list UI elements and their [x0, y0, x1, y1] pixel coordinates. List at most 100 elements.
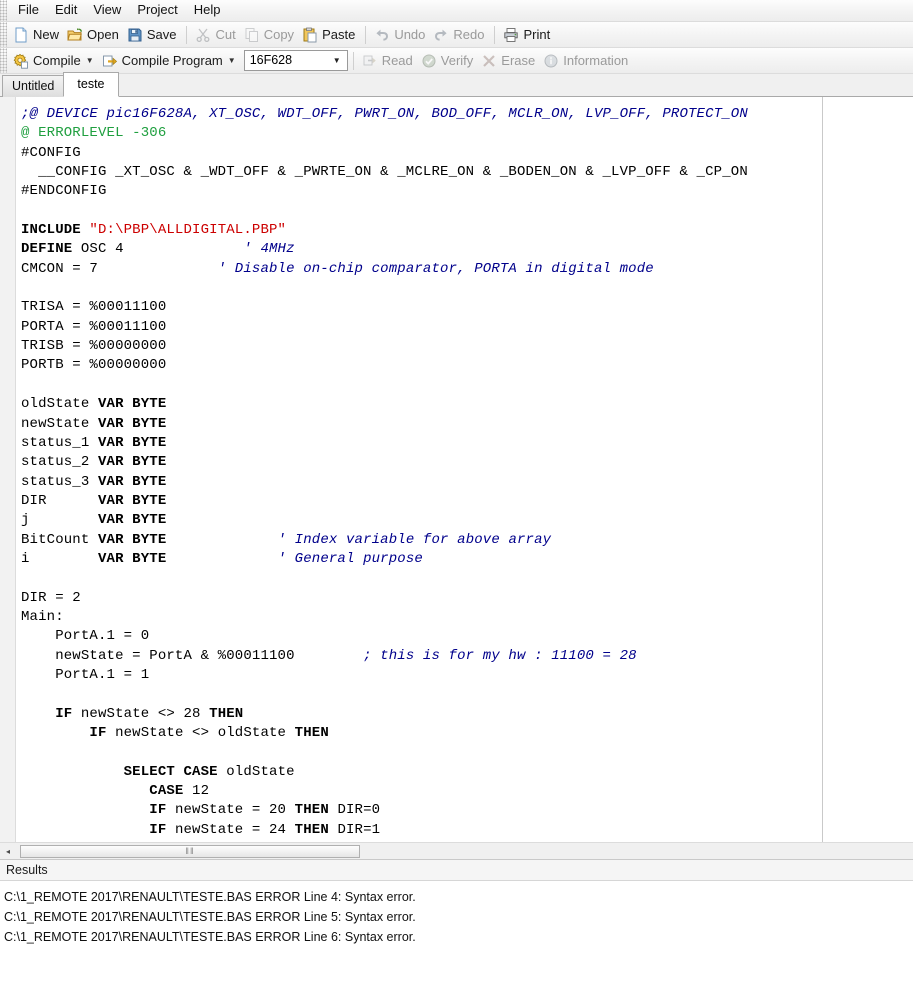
code-token	[166, 532, 277, 548]
code-editor[interactable]: ;@ DEVICE pic16F628A, XT_OSC, WDT_OFF, P…	[0, 97, 913, 842]
code-token: THEN	[295, 802, 329, 818]
code-line: oldState VAR BYTE	[21, 395, 913, 414]
verify-button-label: Verify	[441, 53, 474, 68]
new-button-label: New	[33, 27, 59, 42]
scrollbar-track[interactable]: ‖‖	[16, 844, 913, 859]
main-toolbar: New Open Save	[0, 22, 913, 48]
undo-button[interactable]: Undo	[371, 24, 430, 46]
erase-icon	[481, 53, 497, 69]
result-line[interactable]: C:\1_REMOTE 2017\RENAULT\TESTE.BAS ERROR…	[4, 927, 913, 947]
code-token: PortA.1 = 1	[21, 667, 149, 683]
erase-button[interactable]: Erase	[478, 50, 540, 72]
code-line	[21, 569, 913, 588]
new-button[interactable]: New	[10, 24, 64, 46]
menu-file[interactable]: File	[10, 0, 47, 21]
save-button[interactable]: Save	[124, 24, 182, 46]
main-toolbar-grip[interactable]	[0, 22, 7, 47]
compile-program-button[interactable]: Compile Program ▼	[99, 50, 241, 72]
cut-button[interactable]: Cut	[192, 24, 240, 46]
scroll-left-arrow-icon[interactable]: ◂	[0, 844, 16, 859]
code-line: IF newState = 24 THEN DIR=1	[21, 821, 913, 840]
code-token: OSC 4	[72, 241, 243, 257]
menu-project[interactable]: Project	[129, 0, 185, 21]
code-token	[166, 551, 277, 567]
code-token: newState	[21, 416, 98, 432]
code-token: IF	[149, 822, 166, 838]
verify-button[interactable]: Verify	[418, 50, 479, 72]
toolbar-separator-2	[365, 26, 366, 44]
tab-teste[interactable]: teste	[63, 72, 118, 97]
code-line: DIR = 2	[21, 589, 913, 608]
code-token: PORTB = %00000000	[21, 357, 166, 373]
chevron-down-icon-2: ▼	[228, 57, 236, 65]
code-token: CASE	[149, 783, 183, 799]
compile-button[interactable]: Compile ▼	[10, 50, 99, 72]
code-token: VAR BYTE	[98, 435, 166, 451]
code-token: newState = 24	[166, 822, 294, 838]
result-line[interactable]: C:\1_REMOTE 2017\RENAULT\TESTE.BAS ERROR…	[4, 887, 913, 907]
code-token: newState = PortA & %00011100	[21, 648, 363, 664]
code-token: VAR BYTE	[98, 396, 166, 412]
code-token: newState <> oldState	[107, 725, 295, 741]
code-token: status_3	[21, 474, 98, 490]
copy-button-label: Copy	[264, 27, 294, 42]
copy-button[interactable]: Copy	[241, 24, 299, 46]
code-token: VAR BYTE	[98, 416, 166, 432]
redo-button[interactable]: Redo	[430, 24, 489, 46]
code-line	[21, 376, 913, 395]
toolbar-separator-3	[494, 26, 495, 44]
open-button-label: Open	[87, 27, 119, 42]
code-line: CMCON = 7 ' Disable on-chip comparator, …	[21, 260, 913, 279]
code-text[interactable]: ;@ DEVICE pic16F628A, XT_OSC, WDT_OFF, P…	[21, 105, 913, 840]
print-button[interactable]: Print	[500, 24, 555, 46]
redo-arrow-icon	[433, 27, 449, 43]
read-button[interactable]: Read	[359, 50, 418, 72]
compile-toolbar: Compile ▼ Compile Program ▼ 16F628 ▼	[0, 48, 913, 74]
code-token: THEN	[295, 725, 329, 741]
code-token: status_1	[21, 435, 98, 451]
code-line: IF newState = 20 THEN DIR=0	[21, 801, 913, 820]
paste-button[interactable]: Paste	[299, 24, 360, 46]
menu-edit[interactable]: Edit	[47, 0, 85, 21]
read-button-label: Read	[382, 53, 413, 68]
code-token: newState <> 28	[72, 706, 209, 722]
tab-untitled[interactable]: Untitled	[2, 75, 64, 97]
open-folder-icon	[67, 27, 83, 43]
save-disk-icon	[127, 27, 143, 43]
code-line: @ ERRORLEVEL -306	[21, 124, 913, 143]
code-token: oldState	[21, 396, 98, 412]
menu-view[interactable]: View	[85, 0, 129, 21]
compile-program-icon	[102, 53, 118, 69]
tab-teste-label: teste	[77, 77, 104, 91]
results-title: Results	[6, 863, 48, 877]
code-token: IF	[89, 725, 106, 741]
code-token: VAR BYTE	[98, 532, 166, 548]
combo-chevron-down-icon[interactable]: ▼	[333, 56, 344, 65]
code-line: newState VAR BYTE	[21, 415, 913, 434]
scissors-icon	[195, 27, 211, 43]
information-button[interactable]: Information	[540, 50, 633, 72]
new-file-icon	[13, 27, 29, 43]
result-line[interactable]: C:\1_REMOTE 2017\RENAULT\TESTE.BAS ERROR…	[4, 907, 913, 927]
code-token: THEN	[295, 822, 329, 838]
code-token: "D:\PBP\ALLDIGITAL.PBP"	[89, 222, 286, 238]
compile-toolbar-grip[interactable]	[0, 48, 7, 73]
code-line: PORTB = %00000000	[21, 356, 913, 375]
code-token: VAR BYTE	[98, 474, 166, 490]
editor-horizontal-scrollbar[interactable]: ◂ ‖‖	[0, 842, 913, 859]
device-combo[interactable]: 16F628 ▼	[244, 50, 348, 71]
code-token: ' 4MHz	[243, 241, 294, 257]
code-line: BitCount VAR BYTE ' Index variable for a…	[21, 531, 913, 550]
cut-button-label: Cut	[215, 27, 235, 42]
results-panel-body[interactable]: C:\1_REMOTE 2017\RENAULT\TESTE.BAS ERROR…	[0, 881, 913, 981]
scrollbar-thumb[interactable]: ‖‖	[20, 845, 360, 858]
open-button[interactable]: Open	[64, 24, 124, 46]
read-chip-icon	[362, 53, 378, 69]
code-token: SELECT CASE	[124, 764, 218, 780]
code-line: CASE 12	[21, 782, 913, 801]
menubar-grip[interactable]	[0, 0, 7, 21]
code-line: TRISB = %00000000	[21, 337, 913, 356]
menu-help[interactable]: Help	[186, 0, 229, 21]
code-line: IF newState <> 28 THEN	[21, 705, 913, 724]
code-token	[21, 802, 149, 818]
